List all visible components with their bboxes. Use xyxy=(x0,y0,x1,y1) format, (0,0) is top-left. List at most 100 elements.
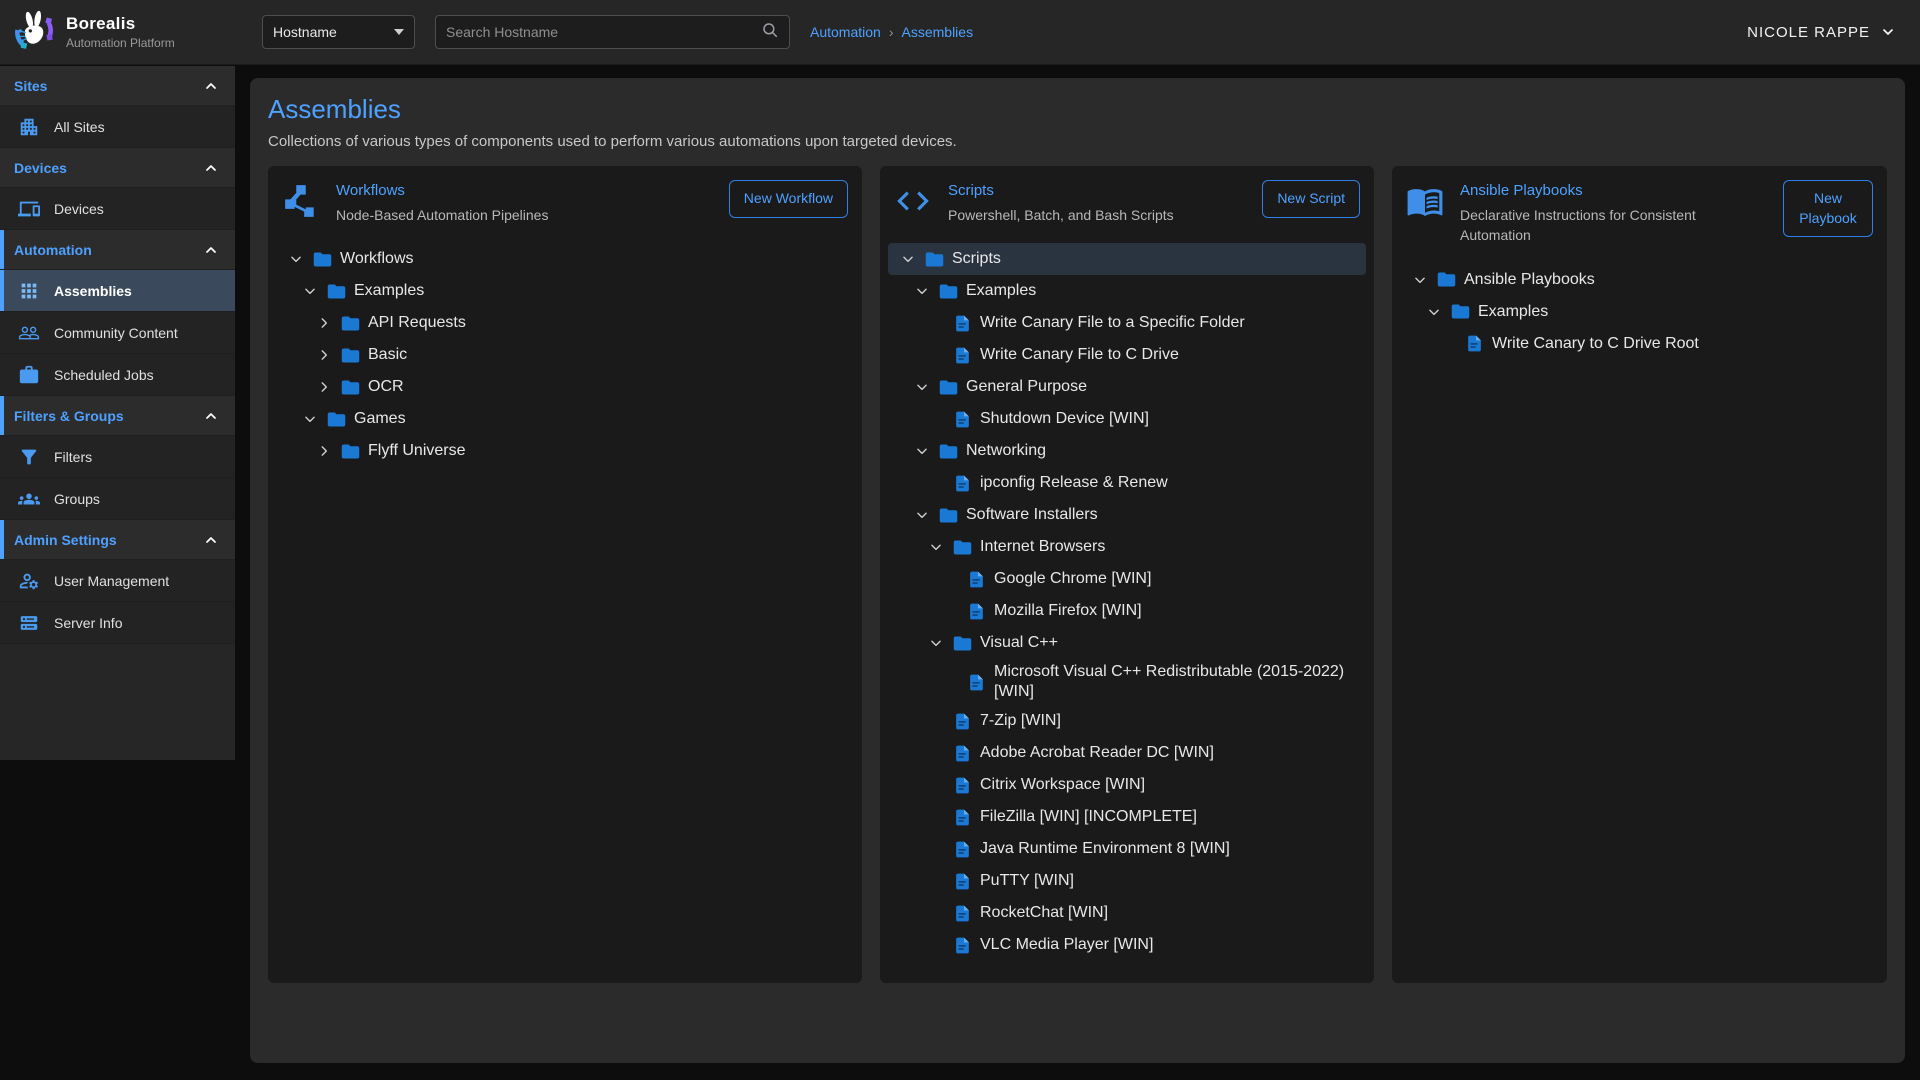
user-name: NICOLE RAPPE xyxy=(1747,24,1870,41)
sidebar-item-user-management[interactable]: User Management xyxy=(0,560,235,602)
chevron-down-icon[interactable] xyxy=(914,507,930,523)
tree-item-label: Write Canary to C Drive Root xyxy=(1492,331,1699,357)
chevron-down-icon[interactable] xyxy=(302,411,318,427)
tree-file-row[interactable]: Adobe Acrobat Reader DC [WIN] xyxy=(888,737,1366,769)
app-name: Borealis xyxy=(66,14,175,34)
tree-folder-row[interactable]: Examples xyxy=(276,275,854,307)
tree-folder-row[interactable]: Ansible Playbooks xyxy=(1400,264,1879,296)
chevron-right-icon[interactable] xyxy=(316,379,332,395)
chevron-down-icon[interactable] xyxy=(928,635,944,651)
tree-item-label: FileZilla [WIN] [INCOMPLETE] xyxy=(980,804,1197,830)
tree-folder-row[interactable]: Software Installers xyxy=(888,499,1366,531)
borealis-logo-icon xyxy=(12,8,56,57)
chevron-down-icon[interactable] xyxy=(302,283,318,299)
hostname-dropdown-value: Hostname xyxy=(273,24,337,40)
tree-folder-row[interactable]: Basic xyxy=(276,339,854,371)
groups-icon xyxy=(18,488,40,510)
chevron-down-icon[interactable] xyxy=(928,539,944,555)
tree-item-label: Games xyxy=(354,406,406,432)
sidebar-item-community-content[interactable]: Community Content xyxy=(0,312,235,354)
sidebar-item-devices[interactable]: Devices xyxy=(0,188,235,230)
tree-folder-row[interactable]: Examples xyxy=(1400,296,1879,328)
folder-icon xyxy=(311,248,333,270)
page-title: Assemblies xyxy=(268,94,1887,125)
tree-folder-row[interactable]: Networking xyxy=(888,435,1366,467)
sidebar-section-admin-settings[interactable]: Admin Settings xyxy=(0,520,235,560)
sidebar-item-server-info[interactable]: Server Info xyxy=(0,602,235,644)
tree-folder-row[interactable]: Visual C++ xyxy=(888,627,1366,659)
user-menu[interactable]: NICOLE RAPPE xyxy=(1747,24,1896,41)
tree-file-row[interactable]: FileZilla [WIN] [INCOMPLETE] xyxy=(888,801,1366,833)
tree-folder-row[interactable]: Games xyxy=(276,403,854,435)
tree-file-row[interactable]: Microsoft Visual C++ Redistributable (20… xyxy=(888,659,1366,705)
sidebar-section-sites[interactable]: Sites xyxy=(0,66,235,106)
tree-file-row[interactable]: VLC Media Player [WIN] xyxy=(888,929,1366,961)
file-icon xyxy=(951,312,973,334)
sidebar-item-groups[interactable]: Groups xyxy=(0,478,235,520)
sidebar-section-devices[interactable]: Devices xyxy=(0,148,235,188)
tree-file-row[interactable]: Mozilla Firefox [WIN] xyxy=(888,595,1366,627)
chevron-down-icon[interactable] xyxy=(288,251,304,267)
breadcrumb-automation[interactable]: Automation xyxy=(810,24,881,40)
scripts-tree: ScriptsExamplesWrite Canary File to a Sp… xyxy=(880,243,1374,961)
tree-file-row[interactable]: Write Canary File to a Specific Folder xyxy=(888,307,1366,339)
tree-folder-row[interactable]: Workflows xyxy=(276,243,854,275)
sidebar-item-assemblies[interactable]: Assemblies xyxy=(0,270,235,312)
folder-icon xyxy=(937,280,959,302)
sidebar-item-scheduled-jobs[interactable]: Scheduled Jobs xyxy=(0,354,235,396)
tree-item-label: Examples xyxy=(1478,299,1548,325)
scripts-card-subtitle: Powershell, Batch, and Bash Scripts xyxy=(948,205,1246,225)
file-icon xyxy=(951,710,973,732)
chevron-down-icon[interactable] xyxy=(914,283,930,299)
tree-file-row[interactable]: 7-Zip [WIN] xyxy=(888,705,1366,737)
sidebar-item-all-sites[interactable]: All Sites xyxy=(0,106,235,148)
tree-folder-row[interactable]: General Purpose xyxy=(888,371,1366,403)
tree-file-row[interactable]: Citrix Workspace [WIN] xyxy=(888,769,1366,801)
search-hostname-input[interactable] xyxy=(446,24,761,40)
new-script-button[interactable]: New Script xyxy=(1262,180,1360,218)
chevron-down-icon[interactable] xyxy=(914,443,930,459)
tree-folder-row[interactable]: API Requests xyxy=(276,307,854,339)
new-workflow-button[interactable]: New Workflow xyxy=(729,180,848,218)
workflows-card-subtitle: Node-Based Automation Pipelines xyxy=(336,205,713,225)
hostname-dropdown[interactable]: Hostname xyxy=(262,15,415,49)
tree-folder-row[interactable]: Flyff Universe xyxy=(276,435,854,467)
tree-folder-row[interactable]: Examples xyxy=(888,275,1366,307)
file-icon xyxy=(965,568,987,590)
tree-file-row[interactable]: RocketChat [WIN] xyxy=(888,897,1366,929)
tree-item-label: Java Runtime Environment 8 [WIN] xyxy=(980,836,1230,862)
scripts-card: Scripts Powershell, Batch, and Bash Scri… xyxy=(880,166,1374,983)
workflow-icon xyxy=(282,182,320,220)
tree-item-label: Citrix Workspace [WIN] xyxy=(980,772,1145,798)
tree-file-row[interactable]: Write Canary File to C Drive xyxy=(888,339,1366,371)
tree-folder-row[interactable]: Scripts xyxy=(888,243,1366,275)
tree-file-row[interactable]: Java Runtime Environment 8 [WIN] xyxy=(888,833,1366,865)
folder-icon xyxy=(923,248,945,270)
chevron-right-icon[interactable] xyxy=(316,347,332,363)
chevron-up-icon xyxy=(203,160,219,176)
tree-file-row[interactable]: ipconfig Release & Renew xyxy=(888,467,1366,499)
chevron-right-icon[interactable] xyxy=(316,443,332,459)
sidebar-item-filters[interactable]: Filters xyxy=(0,436,235,478)
ansible-playbooks-tree: Ansible Playbooks Examples Write Canary to… xyxy=(1392,264,1887,360)
chevron-down-icon[interactable] xyxy=(914,379,930,395)
sidebar-section-filters-groups[interactable]: Filters & Groups xyxy=(0,396,235,436)
book-icon xyxy=(1406,182,1444,220)
search-hostname-box[interactable] xyxy=(435,15,790,49)
file-icon xyxy=(951,934,973,956)
chevron-down-icon[interactable] xyxy=(900,251,916,267)
building-icon xyxy=(18,116,40,138)
chevron-up-icon xyxy=(203,78,219,94)
tree-file-row[interactable]: Write Canary to C Drive Root xyxy=(1400,328,1879,360)
chevron-down-icon[interactable] xyxy=(1426,304,1442,320)
tree-folder-row[interactable]: Internet Browsers xyxy=(888,531,1366,563)
chevron-down-icon[interactable] xyxy=(1412,272,1428,288)
breadcrumb-assemblies[interactable]: Assemblies xyxy=(902,24,974,40)
tree-file-row[interactable]: Google Chrome [WIN] xyxy=(888,563,1366,595)
sidebar-section-automation[interactable]: Automation xyxy=(0,230,235,270)
tree-folder-row[interactable]: OCR xyxy=(276,371,854,403)
new-playbook-button[interactable]: New Playbook xyxy=(1783,180,1873,237)
chevron-right-icon[interactable] xyxy=(316,315,332,331)
tree-file-row[interactable]: PuTTY [WIN] xyxy=(888,865,1366,897)
tree-file-row[interactable]: Shutdown Device [WIN] xyxy=(888,403,1366,435)
